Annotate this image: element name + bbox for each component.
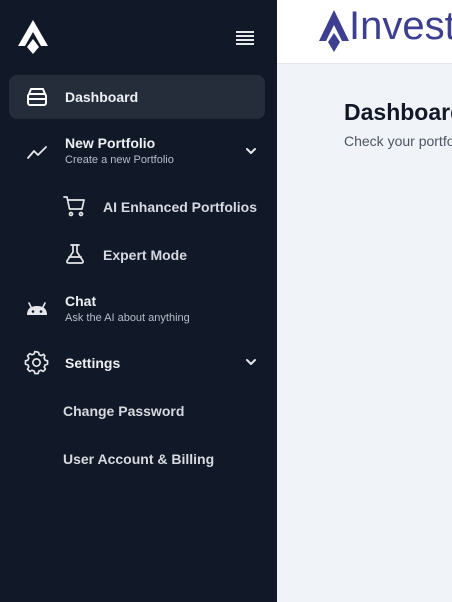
sidebar-item-label: User Account & Billing: [63, 451, 215, 467]
sidebar-item-label: Chat: [65, 293, 97, 309]
brand-name: Invest: [349, 4, 452, 48]
hamburger-line: [236, 39, 254, 41]
sidebar-item-dashboard[interactable]: Dashboard: [9, 75, 265, 119]
sidebar-item-sublabel: Create a new Portfolio: [65, 154, 174, 166]
sidebar-item-label: Settings: [65, 355, 121, 371]
sidebar-item-expert-mode[interactable]: Expert Mode: [9, 234, 265, 274]
hamburger-line: [236, 35, 254, 37]
brand-logo-icon[interactable]: [318, 9, 350, 53]
sidebar-item-chat[interactable]: Chat Ask the AI about anything: [9, 286, 265, 332]
archive-box-icon: [26, 86, 48, 108]
sidebar: Dashboard New Portfolio Create a new Por…: [0, 0, 277, 602]
trend-line-icon: [26, 141, 48, 163]
sidebar-item-sublabel: Ask the AI about anything: [65, 312, 190, 324]
gear-icon: [24, 350, 49, 375]
app-logo-icon[interactable]: [17, 19, 49, 55]
app-window: Dashboard New Portfolio Create a new Por…: [0, 0, 452, 602]
chevron-down-icon[interactable]: [245, 356, 257, 368]
chevron-down-icon[interactable]: [245, 145, 257, 157]
sidebar-item-ai-enhanced-portfolios[interactable]: AI Enhanced Portfolios: [9, 186, 265, 226]
sidebar-item-change-password[interactable]: Change Password: [9, 391, 265, 429]
page-subtitle: Check your portfolio: [344, 133, 452, 149]
sidebar-item-label: AI Enhanced Portfolios: [103, 199, 258, 215]
hamburger-line: [236, 43, 254, 45]
hamburger-line: [236, 31, 254, 33]
sidebar-item-new-portfolio[interactable]: New Portfolio Create a new Portfolio: [9, 128, 265, 174]
top-header: Invest: [277, 0, 452, 64]
cart-icon: [63, 194, 87, 218]
sidebar-item-label: New Portfolio: [65, 135, 156, 151]
page-title: Dashboard: [344, 99, 452, 125]
sidebar-item-settings[interactable]: Settings: [9, 342, 265, 382]
sidebar-item-user-account-billing[interactable]: User Account & Billing: [9, 439, 265, 477]
sidebar-item-label: Change Password: [63, 403, 185, 419]
hamburger-menu-button[interactable]: [236, 31, 254, 45]
android-icon: [25, 298, 49, 320]
flask-icon: [64, 243, 86, 265]
sidebar-item-label: Expert Mode: [103, 247, 188, 263]
sidebar-item-label: Dashboard: [65, 89, 139, 105]
